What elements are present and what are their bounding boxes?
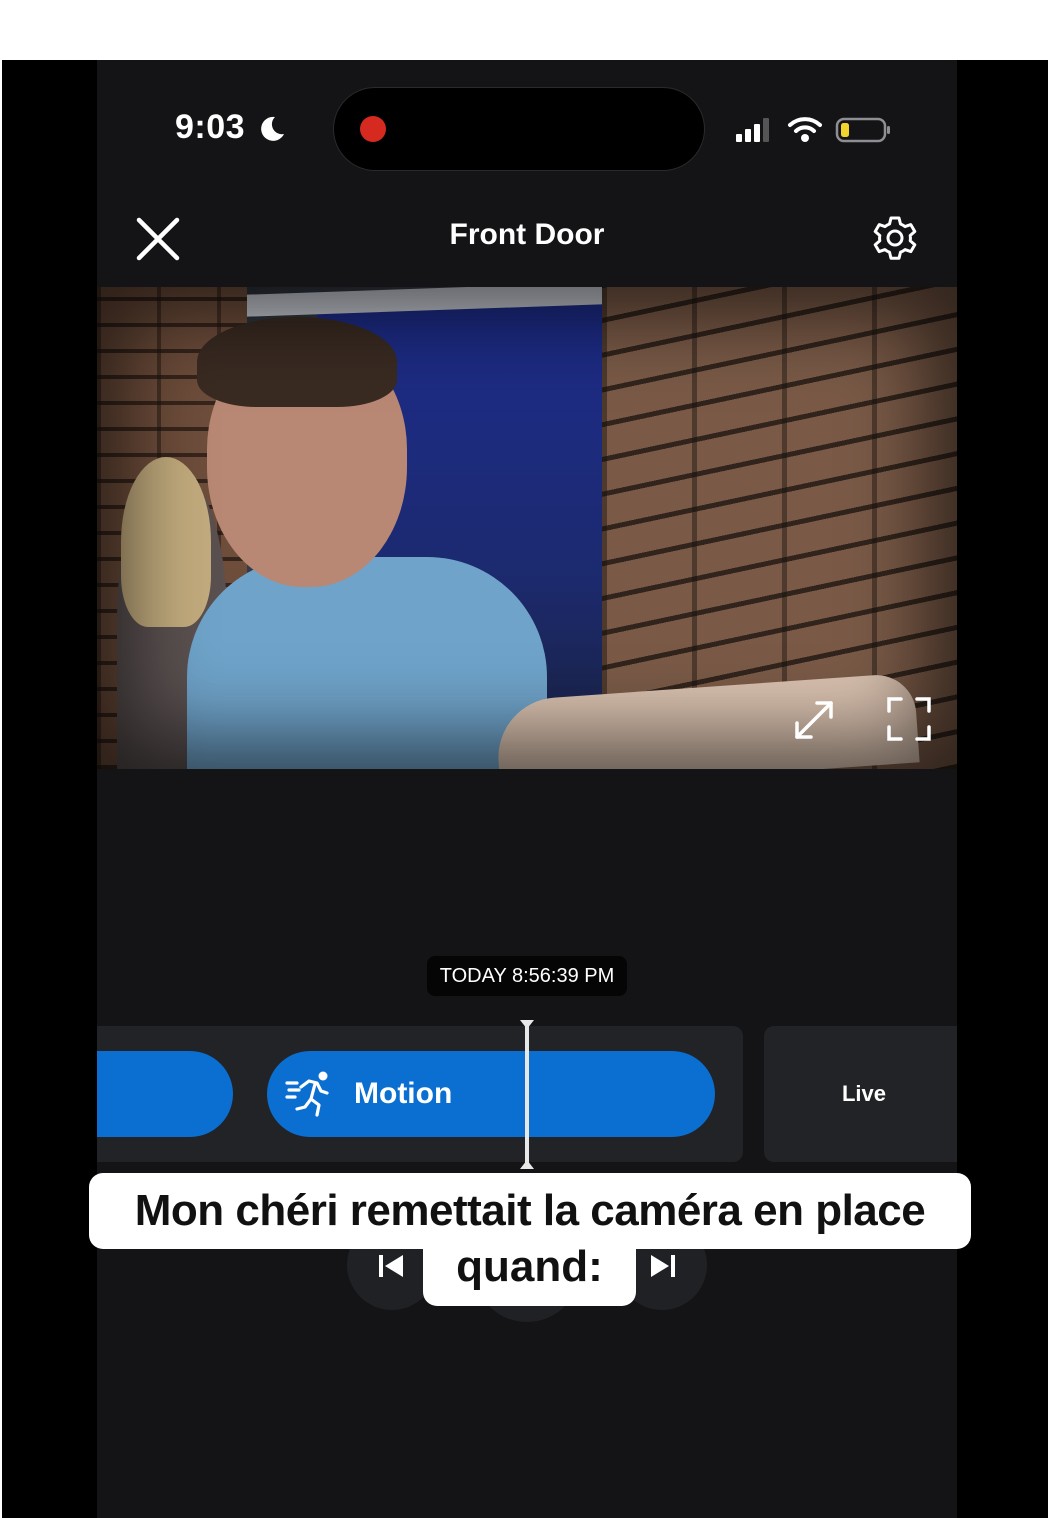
skip-previous-icon <box>379 1255 403 1277</box>
camera-video-feed[interactable] <box>97 287 957 769</box>
caption-line-1: Mon chéri remettait la caméra en place <box>89 1173 971 1249</box>
dynamic-island <box>334 88 704 170</box>
status-time: 9:03 <box>175 108 246 146</box>
playhead-bottom-marker <box>520 1160 534 1169</box>
live-label: Live <box>841 1081 887 1106</box>
page-title: Front Door <box>449 218 605 251</box>
motion-event-label: Motion <box>354 1077 453 1110</box>
previous-event-pill[interactable] <box>97 1051 233 1137</box>
moon-icon <box>261 116 284 141</box>
signal-icon <box>736 118 769 142</box>
running-person-icon <box>285 1071 329 1117</box>
motion-event-pill[interactable]: Motion <box>267 1051 715 1137</box>
playhead-top-marker <box>520 1020 534 1029</box>
timeline-playhead[interactable] <box>525 1022 529 1168</box>
timeline-timestamp: TODAY 8:56:39 PM <box>427 956 627 996</box>
wifi-icon <box>788 117 822 142</box>
expand-icon[interactable] <box>791 697 837 743</box>
settings-gear-icon[interactable] <box>871 214 919 262</box>
fullscreen-icon[interactable] <box>885 695 933 743</box>
skip-next-icon <box>651 1255 675 1277</box>
battery-icon <box>835 117 890 143</box>
recording-dot <box>360 116 386 142</box>
live-button[interactable]: Live <box>764 1026 957 1162</box>
